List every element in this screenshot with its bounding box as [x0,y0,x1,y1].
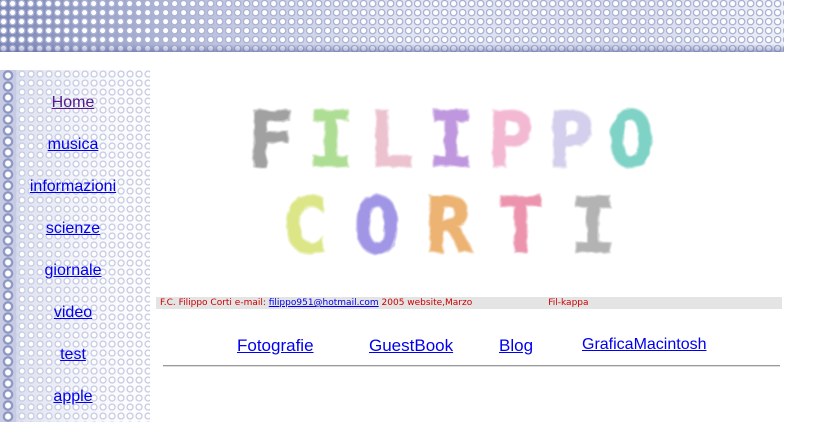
nav-item-home: Home [16,94,130,136]
logo-letter: R [426,181,472,270]
logo-line-1: FILIPPO [247,94,656,186]
logo-letter: P [548,95,594,184]
nav-link-home[interactable]: Home [52,94,95,111]
logo-letter: O [354,181,400,270]
info-text: F.C. Filippo Corti e-mail: [160,298,269,308]
top-banner [0,0,784,52]
email-link[interactable]: filippo951@hotmail.com [269,298,379,308]
nav-link-video[interactable]: video [54,304,92,321]
logo-letter: O [608,95,654,184]
nav-link-test[interactable]: test [60,346,86,363]
link-graficamacintosh[interactable]: GraficaMacintosh [582,336,707,354]
site-logo: FILIPPO CORTI [246,92,670,272]
nav-link-informazioni[interactable]: informazioni [30,178,116,195]
link-guestbook[interactable]: GuestBook [369,336,453,356]
link-blog[interactable]: Blog [499,336,533,356]
nav-item-giornale: giornale [16,262,130,304]
info-signature: Fil-kappa [548,298,589,308]
logo-graphic: FILIPPO CORTI [247,94,656,272]
info-date: 2005 website,Marzo [378,298,473,308]
nav-link-scienze[interactable]: scienze [46,220,100,237]
logo-letter: P [488,95,534,184]
logo-letter: F [248,95,294,184]
logo-letter: I [428,95,474,184]
left-edge-decoration [0,70,16,422]
nav-item-informazioni: informazioni [16,178,130,220]
logo-letter: T [498,181,544,270]
nav-item-apple: apple [16,388,130,430]
logo-letter: I [570,181,616,270]
horizontal-rule [163,365,780,367]
logo-line-2: CORTI [281,180,618,272]
main-navigation: Home musica informazioni scienze giornal… [16,94,130,430]
logo-letter: C [282,181,328,270]
link-fotografie[interactable]: Fotografie [237,336,314,356]
footer-info-bar: F.C. Filippo Corti e-mail: filippo951@ho… [156,297,782,309]
logo-letter: L [368,95,414,184]
nav-item-musica: musica [16,136,130,178]
nav-item-scienze: scienze [16,220,130,262]
nav-link-musica[interactable]: musica [48,136,99,153]
logo-letter: I [308,95,354,184]
nav-link-giornale[interactable]: giornale [45,262,102,279]
nav-link-apple[interactable]: apple [53,388,92,405]
nav-item-test: test [16,346,130,388]
nav-item-video: video [16,304,130,346]
